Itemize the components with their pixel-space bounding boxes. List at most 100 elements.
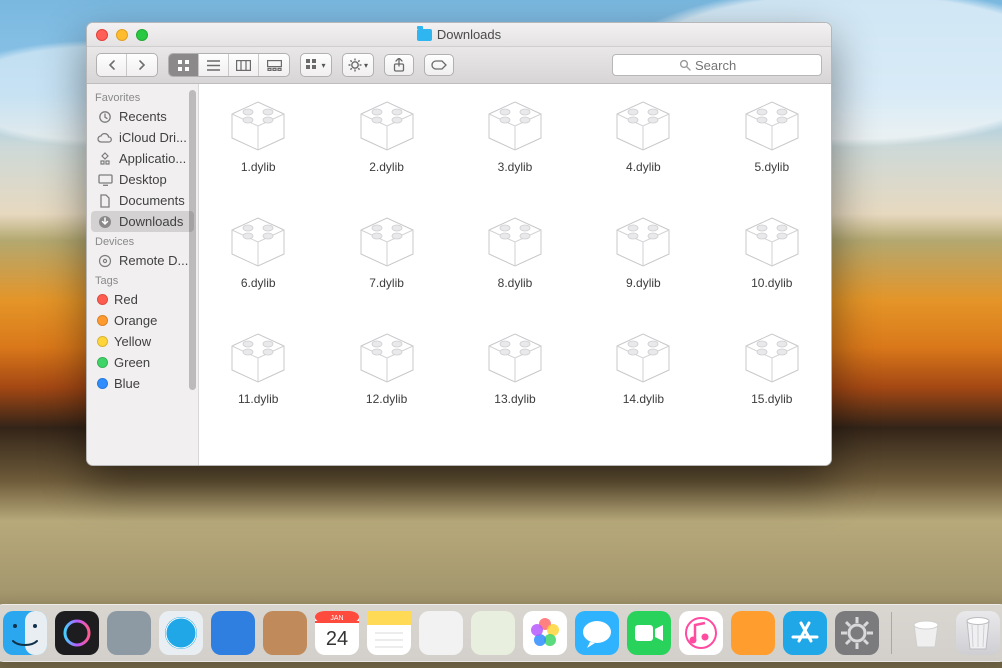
dock-app-photos[interactable] — [523, 611, 567, 655]
zoom-window-button[interactable] — [136, 29, 148, 41]
edit-tags-button[interactable] — [424, 54, 454, 76]
dock-trash[interactable] — [956, 611, 1000, 655]
forward-button[interactable] — [127, 54, 157, 76]
sidebar-item-label: Downloads — [119, 214, 183, 229]
file-item[interactable]: 10.dylib — [723, 210, 821, 290]
file-name-label: 3.dylib — [498, 160, 533, 174]
dylib-icon — [611, 326, 675, 384]
search-field[interactable] — [612, 54, 822, 76]
file-item[interactable]: 11.dylib — [209, 326, 307, 406]
sidebar-item-documents[interactable]: Documents — [87, 190, 198, 211]
sidebar-item-label: Red — [114, 292, 138, 307]
view-mode-segment — [168, 53, 290, 77]
dock-app-mail[interactable] — [211, 611, 255, 655]
file-item[interactable]: 8.dylib — [466, 210, 564, 290]
dock-app-appstore[interactable] — [783, 611, 827, 655]
dock-app-itunes[interactable] — [679, 611, 723, 655]
file-item[interactable]: 2.dylib — [337, 94, 435, 174]
sidebar-item-desktop[interactable]: Desktop — [87, 169, 198, 190]
share-button[interactable] — [384, 54, 414, 76]
sidebar-item-label: Remote D... — [119, 253, 188, 268]
dock-app-contacts[interactable] — [263, 611, 307, 655]
tag-dot-icon — [97, 357, 108, 368]
svg-text:24: 24 — [325, 628, 347, 650]
finder-content[interactable]: 1.dylib 2.dylib 3.dylib 4.dylib 5.dylib 6.dyl… — [199, 84, 831, 465]
sidebar-item-applications[interactable]: Applicatio... — [87, 148, 198, 169]
dylib-icon — [355, 326, 419, 384]
view-gallery-button[interactable] — [259, 54, 289, 76]
file-item[interactable]: 3.dylib — [466, 94, 564, 174]
window-title: Downloads — [437, 27, 501, 42]
dock-app-notes[interactable] — [367, 611, 411, 655]
file-item[interactable]: 12.dylib — [337, 326, 435, 406]
dylib-icon — [740, 210, 804, 268]
view-icons-button[interactable] — [169, 54, 199, 76]
doc-icon — [97, 194, 113, 208]
sidebar-item-remote-disc[interactable]: Remote D... — [87, 250, 198, 271]
svg-text:JAN: JAN — [330, 615, 343, 622]
file-name-label: 11.dylib — [238, 392, 278, 406]
file-item[interactable]: 7.dylib — [337, 210, 435, 290]
dock-app-ibooks[interactable] — [731, 611, 775, 655]
apps-icon — [97, 152, 113, 166]
back-button[interactable] — [97, 54, 127, 76]
dock-downloads-stack[interactable] — [904, 611, 948, 655]
view-columns-button[interactable] — [229, 54, 259, 76]
dock-app-safari[interactable] — [159, 611, 203, 655]
file-name-label: 14.dylib — [623, 392, 664, 406]
file-name-label: 12.dylib — [366, 392, 407, 406]
dock-app-finder[interactable] — [3, 611, 47, 655]
finder-sidebar: FavoritesRecentsiCloud Dri...Applicatio.… — [87, 84, 199, 465]
minimize-window-button[interactable] — [116, 29, 128, 41]
sidebar-item-downloads[interactable]: Downloads — [91, 211, 194, 232]
dock-app-maps[interactable] — [471, 611, 515, 655]
arrange-menu[interactable]: ▾ — [300, 53, 332, 77]
file-item[interactable]: 14.dylib — [594, 326, 692, 406]
dock-app-siri[interactable] — [55, 611, 99, 655]
sidebar-item-tag-orange[interactable]: Orange — [87, 310, 198, 331]
file-name-label: 7.dylib — [369, 276, 404, 290]
window-titlebar[interactable]: Downloads — [87, 23, 831, 47]
search-input[interactable] — [695, 58, 755, 73]
sidebar-item-label: Green — [114, 355, 150, 370]
tag-dot-icon — [97, 336, 108, 347]
view-list-button[interactable] — [199, 54, 229, 76]
sidebar-group-label: Devices — [87, 232, 198, 250]
cloud-icon — [97, 131, 113, 145]
file-item[interactable]: 15.dylib — [723, 326, 821, 406]
dock-separator — [891, 612, 892, 654]
file-name-label: 8.dylib — [498, 276, 533, 290]
dock-app-launchpad[interactable] — [107, 611, 151, 655]
sidebar-item-recents[interactable]: Recents — [87, 106, 198, 127]
sidebar-item-tag-yellow[interactable]: Yellow — [87, 331, 198, 352]
sidebar-item-tag-blue[interactable]: Blue — [87, 373, 198, 394]
sidebar-item-tag-green[interactable]: Green — [87, 352, 198, 373]
dock-app-reminders[interactable] — [419, 611, 463, 655]
sidebar-scrollbar[interactable] — [189, 90, 196, 390]
dock-app-calendar[interactable]: JAN 24 — [315, 611, 359, 655]
file-name-label: 9.dylib — [626, 276, 661, 290]
file-item[interactable]: 1.dylib — [209, 94, 307, 174]
close-window-button[interactable] — [96, 29, 108, 41]
dock-app-facetime[interactable] — [627, 611, 671, 655]
dylib-icon — [226, 210, 290, 268]
file-item[interactable]: 5.dylib — [723, 94, 821, 174]
sidebar-item-tag-red[interactable]: Red — [87, 289, 198, 310]
tag-dot-icon — [97, 294, 108, 305]
dock-app-sysprefs[interactable] — [835, 611, 879, 655]
dock-app-messages[interactable] — [575, 611, 619, 655]
sidebar-item-label: Documents — [119, 193, 185, 208]
action-menu[interactable]: ▾ — [342, 53, 374, 77]
tag-dot-icon — [97, 315, 108, 326]
file-item[interactable]: 4.dylib — [594, 94, 692, 174]
sidebar-item-icloud[interactable]: iCloud Dri... — [87, 127, 198, 148]
download-icon — [97, 215, 113, 229]
file-item[interactable]: 13.dylib — [466, 326, 564, 406]
desktop-icon — [97, 173, 113, 187]
file-item[interactable]: 9.dylib — [594, 210, 692, 290]
sidebar-group-label: Favorites — [87, 88, 198, 106]
tag-dot-icon — [97, 378, 108, 389]
file-item[interactable]: 6.dylib — [209, 210, 307, 290]
file-name-label: 13.dylib — [494, 392, 535, 406]
file-name-label: 6.dylib — [241, 276, 276, 290]
